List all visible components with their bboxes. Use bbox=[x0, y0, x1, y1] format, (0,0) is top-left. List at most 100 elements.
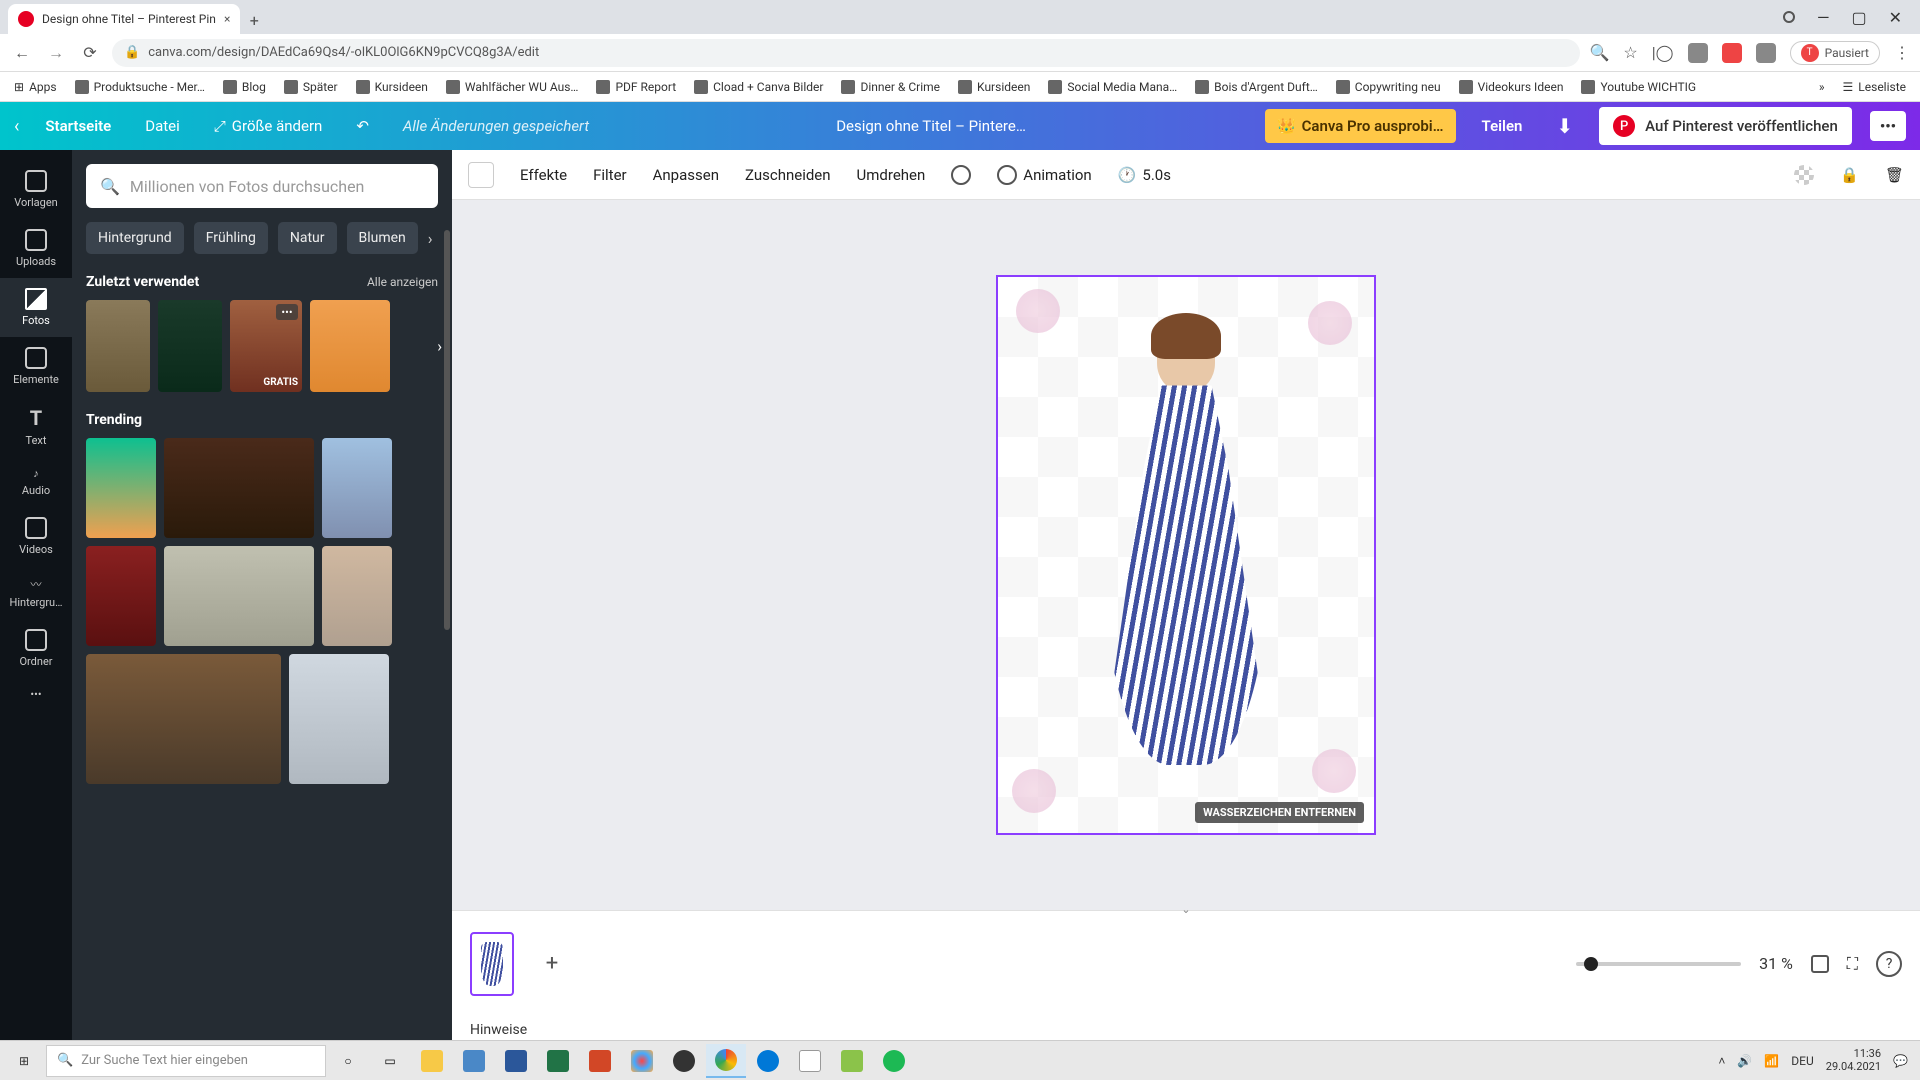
wifi-icon[interactable]: 📶 bbox=[1764, 1054, 1779, 1068]
taskbar-app[interactable] bbox=[874, 1044, 914, 1078]
rail-audio[interactable]: ♪Audio bbox=[0, 457, 72, 507]
fullscreen-icon[interactable]: ⛶ bbox=[1847, 954, 1858, 974]
bookmark-item[interactable]: Youtube WICHTIG bbox=[1581, 80, 1696, 94]
bookmark-item[interactable]: Cload + Canva Bilder bbox=[694, 80, 823, 94]
rail-more[interactable]: ••• bbox=[0, 678, 72, 711]
volume-icon[interactable]: 🔊 bbox=[1737, 1054, 1752, 1068]
add-page-button[interactable]: + bbox=[530, 932, 574, 996]
zoom-slider[interactable] bbox=[1576, 962, 1741, 966]
bookmark-item[interactable]: Kursideen bbox=[356, 80, 428, 94]
canvas-viewport[interactable]: WASSERZEICHEN ENTFERNEN ⟳ bbox=[452, 200, 1920, 910]
language-indicator[interactable]: DEU bbox=[1791, 1054, 1813, 1068]
thumb-menu-icon[interactable]: ••• bbox=[276, 304, 298, 320]
new-tab-button[interactable]: + bbox=[240, 6, 268, 34]
adjust-button[interactable]: Anpassen bbox=[653, 166, 719, 184]
help-button[interactable]: ? bbox=[1876, 951, 1902, 977]
photo-thumb[interactable] bbox=[164, 546, 314, 646]
bookmark-item[interactable]: Produktsuche - Mer… bbox=[75, 80, 205, 94]
resize-button[interactable]: ⤢Größe ändern bbox=[206, 111, 331, 141]
bookmark-item[interactable]: PDF Report bbox=[596, 80, 676, 94]
bookmark-item[interactable]: Social Media Mana… bbox=[1048, 80, 1177, 94]
scrollbar[interactable] bbox=[444, 230, 450, 630]
extension-icon[interactable] bbox=[1688, 43, 1708, 63]
taskbar-app[interactable] bbox=[538, 1044, 578, 1078]
notifications-icon[interactable]: 💬 bbox=[1893, 1054, 1908, 1068]
reading-list-button[interactable]: ☰Leseliste bbox=[1843, 80, 1906, 94]
more-button[interactable]: ••• bbox=[1870, 111, 1906, 141]
maximize-icon[interactable]: ▢ bbox=[1851, 8, 1866, 27]
bookmark-item[interactable]: Kursideen bbox=[958, 80, 1030, 94]
photo-thumb[interactable] bbox=[322, 438, 392, 538]
overflow-icon[interactable]: » bbox=[1819, 80, 1825, 94]
transparency-button[interactable] bbox=[1794, 165, 1814, 185]
taskbar-app[interactable] bbox=[496, 1044, 536, 1078]
start-button[interactable]: ⊞ bbox=[4, 1044, 44, 1078]
taskbar-app-chrome[interactable] bbox=[706, 1044, 746, 1078]
search-input[interactable]: 🔍 Millionen von Fotos durchsuchen bbox=[86, 164, 438, 208]
effects-button[interactable]: Effekte bbox=[520, 166, 567, 184]
file-menu[interactable]: Datei bbox=[137, 111, 188, 141]
minimize-icon[interactable]: — bbox=[1817, 8, 1830, 27]
taskbar-app[interactable] bbox=[790, 1044, 830, 1078]
reload-button[interactable]: ⟳ bbox=[78, 41, 102, 65]
photo-thumb[interactable] bbox=[86, 300, 150, 392]
bookmark-item[interactable]: ⊞Apps bbox=[14, 80, 57, 94]
share-button[interactable]: Teilen bbox=[1474, 111, 1531, 141]
color-swatch[interactable] bbox=[468, 162, 494, 188]
back-button[interactable]: ← bbox=[10, 41, 34, 65]
extension-icon[interactable] bbox=[1722, 43, 1742, 63]
lock-button[interactable]: 🔒 bbox=[1840, 166, 1859, 184]
filter-button[interactable]: Filter bbox=[593, 166, 627, 184]
back-icon[interactable]: ‹ bbox=[14, 116, 19, 137]
rail-videos[interactable]: Videos bbox=[0, 507, 72, 566]
remove-watermark-button[interactable]: WASSERZEICHEN ENTFERNEN bbox=[1195, 802, 1364, 823]
flip-button[interactable]: Umdrehen bbox=[857, 166, 926, 184]
chip-fruehling[interactable]: Frühling bbox=[194, 222, 268, 254]
chevron-down-icon[interactable]: ⌄ bbox=[1181, 903, 1190, 916]
taskbar-app[interactable] bbox=[580, 1044, 620, 1078]
taskbar-app[interactable] bbox=[454, 1044, 494, 1078]
delete-button[interactable]: 🗑 bbox=[1885, 166, 1904, 184]
bookmark-item[interactable]: Bois d'Argent Duft… bbox=[1195, 80, 1318, 94]
rail-text[interactable]: TText bbox=[0, 396, 72, 457]
animation-button[interactable]: Animation bbox=[997, 165, 1091, 185]
profile-button[interactable]: T Pausiert bbox=[1790, 41, 1880, 65]
photo-thumb[interactable] bbox=[86, 438, 156, 538]
star-icon[interactable]: ☆ bbox=[1623, 43, 1637, 62]
document-title[interactable]: Design ohne Titel – Pintere… bbox=[615, 117, 1247, 135]
chevron-right-icon[interactable]: › bbox=[437, 337, 442, 356]
photo-thumb[interactable] bbox=[158, 300, 222, 392]
grid-view-icon[interactable] bbox=[1811, 955, 1829, 973]
rail-photos[interactable]: Fotos bbox=[0, 278, 72, 337]
info-button[interactable] bbox=[951, 165, 971, 185]
taskbar-search[interactable]: 🔍 Zur Suche Text hier eingeben bbox=[46, 1045, 326, 1077]
rail-elements[interactable]: Elemente bbox=[0, 337, 72, 396]
rail-folder[interactable]: Ordner bbox=[0, 619, 72, 678]
photo-thumb[interactable] bbox=[164, 438, 314, 538]
photo-thumb[interactable] bbox=[322, 546, 392, 646]
publish-button[interactable]: P Auf Pinterest veröffentlichen bbox=[1599, 107, 1852, 145]
try-pro-button[interactable]: 👑Canva Pro ausprobi… bbox=[1265, 109, 1456, 143]
menu-icon[interactable]: ⋮ bbox=[1894, 43, 1910, 62]
duration-button[interactable]: 🕐5.0s bbox=[1118, 166, 1171, 184]
home-button[interactable]: Startseite bbox=[37, 111, 119, 141]
taskbar-app[interactable] bbox=[412, 1044, 452, 1078]
close-window-icon[interactable]: ✕ bbox=[1889, 8, 1902, 27]
taskbar-app[interactable] bbox=[622, 1044, 662, 1078]
chip-natur[interactable]: Natur bbox=[278, 222, 337, 254]
bookmark-item[interactable]: Copywriting neu bbox=[1336, 80, 1441, 94]
reader-icon[interactable]: |◯ bbox=[1652, 43, 1674, 62]
cortana-button[interactable]: ○ bbox=[328, 1044, 368, 1078]
chevron-right-icon[interactable]: › bbox=[428, 229, 433, 248]
chip-blumen[interactable]: Blumen bbox=[347, 222, 418, 254]
see-all-link[interactable]: Alle anzeigen bbox=[367, 275, 438, 289]
photo-thumb[interactable] bbox=[289, 654, 389, 784]
taskbar-app[interactable] bbox=[748, 1044, 788, 1078]
rail-background[interactable]: 〰Hintergru… bbox=[0, 566, 72, 619]
tray-chevron-icon[interactable]: ˄ bbox=[1718, 1054, 1725, 1068]
hints-label[interactable]: Hinweise bbox=[452, 1016, 1920, 1040]
photo-thumb[interactable] bbox=[310, 300, 390, 392]
close-icon[interactable]: × bbox=[224, 12, 230, 26]
undo-button[interactable]: ↶ bbox=[348, 111, 377, 141]
extension-icon[interactable] bbox=[1756, 43, 1776, 63]
